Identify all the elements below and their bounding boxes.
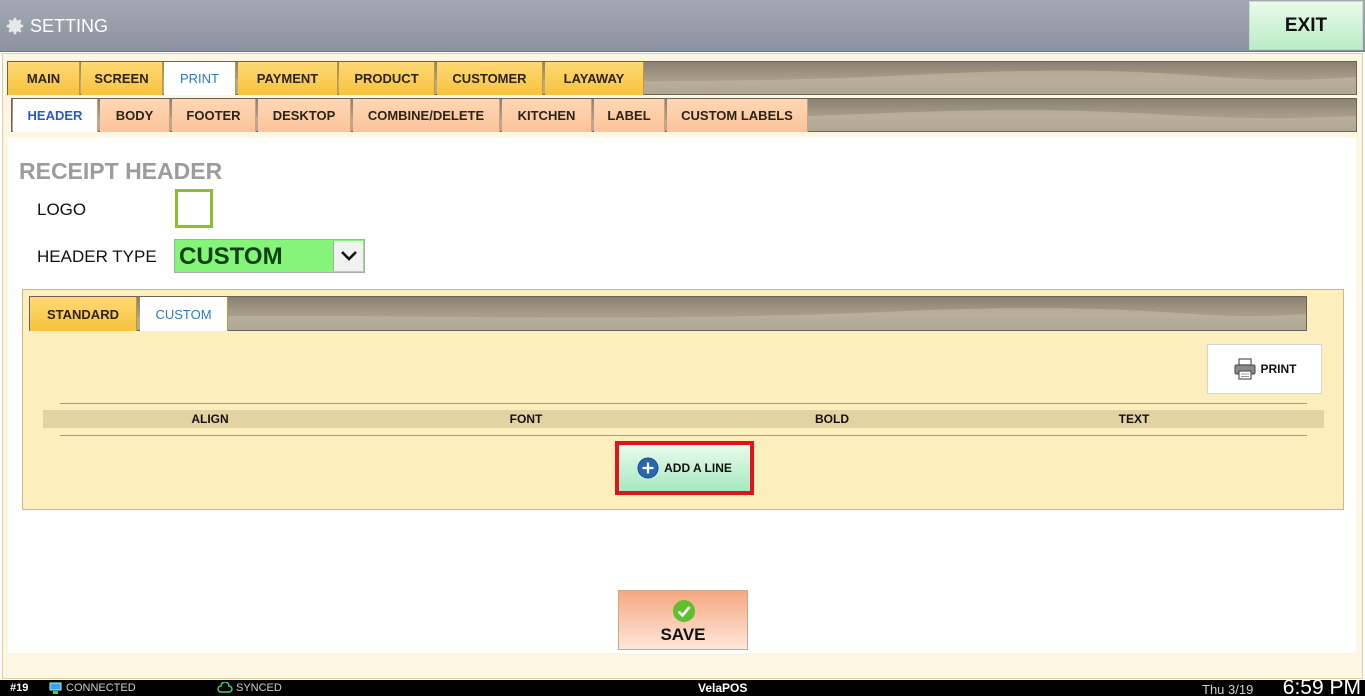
header-type-label: HEADER TYPE xyxy=(37,247,157,266)
header-lines-table-head: ALIGN FONT BOLD TEXT xyxy=(43,410,1324,428)
divider xyxy=(60,403,1307,404)
sync-status: SYNCED xyxy=(236,682,282,694)
column-header-align: ALIGN xyxy=(191,412,229,426)
header-type-select[interactable]: CUSTOM xyxy=(174,239,365,273)
logo-checkbox[interactable] xyxy=(175,189,213,228)
add-line-label: ADD A LINE xyxy=(664,461,732,475)
chevron-down-icon xyxy=(333,241,363,271)
tab-layaway[interactable]: LAYAWAY xyxy=(545,62,644,95)
plus-circle-icon xyxy=(637,457,659,479)
add-line-button[interactable]: ADD A LINE xyxy=(615,441,754,495)
print-sub-tab-bar: HEADER BODY FOOTER DESKTOP COMBINE/DELET… xyxy=(11,98,1357,132)
column-header-text: TEXT xyxy=(1118,412,1150,426)
print-button-label: PRINT xyxy=(1260,362,1297,376)
subtab-combine-delete[interactable]: COMBINE/DELETE xyxy=(353,99,500,132)
save-label: SAVE xyxy=(660,625,706,644)
subtab-footer[interactable]: FOOTER xyxy=(172,99,256,132)
subtab-custom-labels[interactable]: CUSTOM LABELS xyxy=(667,99,808,132)
printer-icon xyxy=(1234,358,1255,380)
divider xyxy=(60,435,1307,436)
print-button[interactable]: PRINT xyxy=(1207,344,1322,394)
tab-screen[interactable]: SCREEN xyxy=(81,62,163,95)
subtab-kitchen[interactable]: KITCHEN xyxy=(502,99,592,132)
column-header-bold: BOLD xyxy=(815,412,849,426)
section-title: RECEIPT HEADER xyxy=(19,158,223,184)
exit-button[interactable]: EXIT xyxy=(1249,1,1363,50)
station-number: #19 xyxy=(10,682,29,694)
subtab-label[interactable]: LABEL xyxy=(594,99,665,132)
gear-icon xyxy=(6,17,24,35)
logo-label: LOGO xyxy=(37,200,87,219)
cloud-icon xyxy=(217,682,233,693)
subtab-header[interactable]: HEADER xyxy=(13,99,98,132)
subtab-body[interactable]: BODY xyxy=(100,99,170,132)
tab-main[interactable]: MAIN xyxy=(8,62,80,95)
network-icon xyxy=(49,682,62,694)
connection-status: CONNECTED xyxy=(66,682,136,694)
column-header-font: FONT xyxy=(509,412,543,426)
checkmark-icon xyxy=(673,600,695,622)
tab-customer[interactable]: CUSTOMER xyxy=(437,62,543,95)
tab-print[interactable]: PRINT xyxy=(164,62,236,95)
title-bar: SETTING EXIT xyxy=(0,0,1365,52)
status-bar: #19 CONNECTED SYNCED VelaPOS Thu 3/19 6:… xyxy=(0,676,1365,696)
clock: 6:59 PM xyxy=(1282,676,1361,696)
window-title: SETTING xyxy=(30,16,109,36)
tab-payment[interactable]: PAYMENT xyxy=(238,62,338,95)
save-button[interactable]: SAVE xyxy=(618,590,748,650)
app-name: VelaPOS xyxy=(698,681,748,695)
header-type-tab-bar: STANDARD CUSTOM xyxy=(29,296,1307,331)
tab-custom[interactable]: CUSTOM xyxy=(140,297,228,331)
main-tab-bar: MAIN SCREEN PRINT PAYMENT PRODUCT CUSTOM… xyxy=(7,61,1357,95)
tab-standard[interactable]: STANDARD xyxy=(30,297,137,331)
header-type-value: CUSTOM xyxy=(179,243,283,270)
subtab-desktop[interactable]: DESKTOP xyxy=(258,99,351,132)
date-display: Thu 3/19 xyxy=(1202,682,1254,696)
tab-product[interactable]: PRODUCT xyxy=(339,62,435,95)
